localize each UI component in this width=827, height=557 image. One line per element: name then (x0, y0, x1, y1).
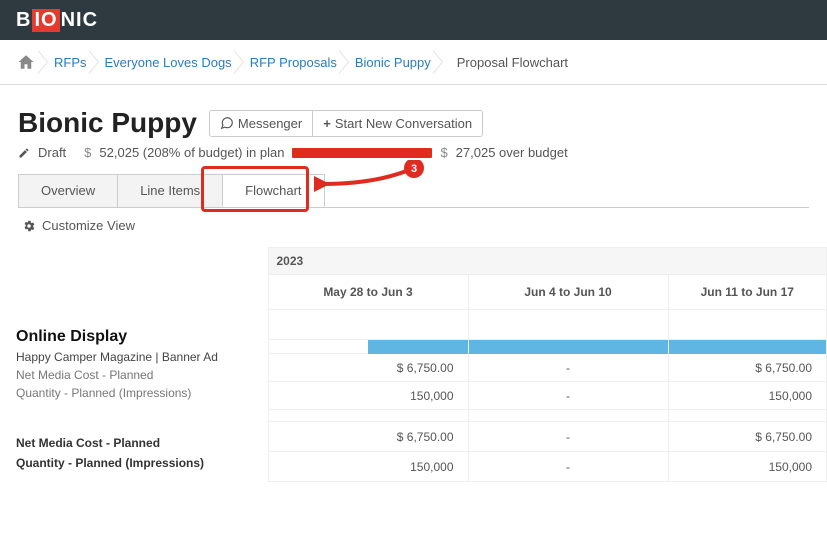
totals-qty-cell: 150,000 (668, 452, 827, 482)
totals-cost-cell: $ 6,750.00 (668, 422, 827, 452)
totals-cost-cell: $ 6,750.00 (268, 422, 468, 452)
chevron-right-icon (339, 50, 353, 74)
annotation-number: 3 (411, 163, 417, 175)
page-title: Bionic Puppy (18, 107, 197, 139)
customize-view-label: Customize View (42, 218, 135, 233)
qty-cell: 150,000 (268, 382, 468, 410)
placement-bar-cell (668, 340, 827, 354)
cost-cell: $ 6,750.00 (268, 354, 468, 382)
section-title: Online Display (8, 318, 268, 348)
brand-logo: BIONIC (16, 9, 98, 32)
draft-label: Draft (38, 145, 66, 160)
breadcrumb-current: Proposal Flowchart (457, 55, 568, 70)
chevron-right-icon (433, 50, 447, 74)
over-amount: 27,025 over budget (456, 145, 568, 160)
col-header: Jun 11 to Jun 17 (668, 275, 827, 310)
customize-view-button[interactable]: Customize View (22, 218, 809, 233)
gear-icon (22, 219, 36, 233)
totals-cost-cell: - (468, 422, 668, 452)
messenger-label: Messenger (238, 116, 302, 131)
home-icon[interactable] (16, 53, 36, 71)
chevron-right-icon (38, 50, 52, 74)
placement-label: Happy Camper Magazine | Banner Ad (8, 348, 268, 366)
placement-bar-cell (468, 340, 668, 354)
new-conversation-label: Start New Conversation (335, 116, 472, 131)
chevron-right-icon (234, 50, 248, 74)
tab-overview[interactable]: Overview (18, 174, 118, 207)
col-header: May 28 to Jun 3 (268, 275, 468, 310)
placement-bar-cell (268, 340, 468, 354)
chevron-right-icon (89, 50, 103, 74)
breadcrumb: RFPs Everyone Loves Dogs RFP Proposals B… (0, 40, 827, 85)
messenger-button[interactable]: Messenger (209, 110, 312, 137)
totals-qty-cell: - (468, 452, 668, 482)
tabs: Overview Line Items Flowchart 3 (18, 174, 809, 208)
plan-amount: 52,025 (208% of budget) in plan (99, 145, 284, 160)
cost-cell: - (468, 354, 668, 382)
logo-post: NIC (61, 9, 98, 32)
new-conversation-button[interactable]: + Start New Conversation (312, 110, 483, 137)
logo-pre: B (16, 9, 31, 32)
breadcrumb-proposal[interactable]: Bionic Puppy (355, 55, 431, 70)
totals-cost-label: Net Media Cost - Planned (8, 432, 268, 452)
title-actions: Messenger + Start New Conversation (209, 110, 483, 137)
tab-flowchart[interactable]: Flowchart (222, 174, 324, 207)
year-header: 2023 (268, 248, 827, 275)
budget-bar (292, 148, 432, 158)
cost-cell: $ 6,750.00 (668, 354, 827, 382)
pencil-icon[interactable] (18, 147, 30, 159)
annotation-arrow: 3 (314, 160, 434, 200)
metric-cost-label: Net Media Cost - Planned (8, 366, 268, 384)
status-row: Draft $ 52,025 (208% of budget) in plan … (18, 145, 809, 160)
breadcrumb-campaign[interactable]: Everyone Loves Dogs (105, 55, 232, 70)
plus-icon: + (323, 116, 331, 131)
metric-qty-label: Quantity - Planned (Impressions) (8, 384, 268, 402)
breadcrumb-rfps[interactable]: RFPs (54, 55, 87, 70)
totals-qty-cell: 150,000 (268, 452, 468, 482)
qty-cell: - (468, 382, 668, 410)
logo-mid: IO (32, 9, 59, 32)
qty-cell: 150,000 (668, 382, 827, 410)
top-bar: BIONIC (0, 0, 827, 40)
tab-line-items[interactable]: Line Items (117, 174, 223, 207)
chat-icon (220, 116, 234, 130)
breadcrumb-proposals[interactable]: RFP Proposals (250, 55, 337, 70)
over-dollar: $ (440, 145, 447, 160)
flowchart-table: 2023 May 28 to Jun 3 Jun 4 to Jun 10 Jun… (0, 247, 827, 482)
col-header: Jun 4 to Jun 10 (468, 275, 668, 310)
plan-dollar: $ (84, 145, 91, 160)
totals-qty-label: Quantity - Planned (Impressions) (8, 452, 268, 472)
